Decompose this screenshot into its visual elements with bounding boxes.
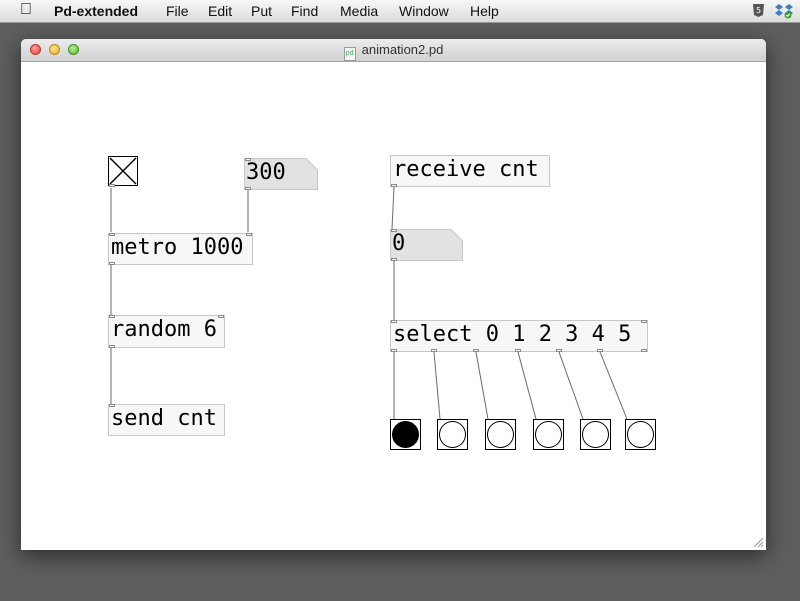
menu-file[interactable]: File (166, 2, 189, 20)
resize-grip-icon[interactable] (753, 537, 764, 548)
pd-document-icon: pd (343, 47, 356, 61)
menu-bar:  Pd-extended File Edit Put Find Media W… (0, 0, 800, 23)
bang-2-circle (487, 421, 514, 448)
metro-object[interactable]: metro 1000 (108, 233, 253, 265)
metro-inlet-right[interactable] (246, 233, 252, 236)
bang-2[interactable] (485, 419, 516, 450)
bang-3-circle (535, 421, 562, 448)
random-inlet-left[interactable] (109, 315, 115, 318)
select-inlet-right[interactable] (641, 320, 647, 323)
wire-select-out5 (599, 351, 628, 420)
send-object-label: send cnt (111, 406, 217, 431)
bang-3[interactable] (533, 419, 564, 450)
window-title-text: animation2.pd (361, 42, 444, 57)
wire-receive-to-number (391, 186, 395, 230)
svg-text:5: 5 (756, 6, 761, 15)
random-inlet-right[interactable] (218, 315, 224, 318)
wire-select-out2 (475, 351, 489, 420)
select-object-label: select 0 1 2 3 4 5 (393, 322, 632, 347)
metro-interval-outlet[interactable] (245, 187, 251, 190)
metro-toggle[interactable] (108, 156, 138, 186)
send-object[interactable]: send cnt (108, 404, 225, 436)
counter-value: 0 (392, 231, 406, 256)
menu-put[interactable]: Put (251, 2, 272, 20)
metro-outlet[interactable] (109, 262, 115, 265)
metro-object-label: metro 1000 (111, 235, 244, 260)
patch-window: pd animation2.pd 300 metro 1000 random 6… (21, 39, 766, 550)
dropbox-icon[interactable] (775, 3, 793, 19)
select-outlet-reject[interactable] (641, 349, 647, 352)
html5-shield-icon[interactable]: 5 (751, 3, 766, 18)
random-object[interactable]: random 6 (108, 315, 225, 348)
bang-0[interactable] (390, 419, 421, 450)
patch-connections (110, 186, 628, 420)
counter-inlet[interactable] (391, 229, 397, 232)
select-inlet-left[interactable] (391, 320, 397, 323)
metro-inlet-left[interactable] (109, 233, 115, 236)
window-title: pd animation2.pd (21, 42, 766, 61)
menu-media[interactable]: Media (340, 2, 378, 20)
wire-select-out4 (558, 351, 584, 420)
bang-4-circle (582, 421, 609, 448)
menu-app-name[interactable]: Pd-extended (54, 2, 138, 20)
select-outlet-0[interactable] (391, 349, 397, 352)
metro-interval-inlet[interactable] (245, 158, 251, 161)
receive-object[interactable]: receive cnt (390, 155, 550, 187)
menu-help[interactable]: Help (470, 2, 499, 20)
send-inlet[interactable] (109, 404, 115, 407)
receive-outlet[interactable] (391, 184, 397, 187)
bang-1-circle (439, 421, 466, 448)
select-outlet-5[interactable] (597, 349, 603, 352)
random-object-label: random 6 (111, 317, 217, 342)
toggle-x-mark (109, 157, 137, 185)
bang-0-circle (392, 421, 419, 448)
menu-window[interactable]: Window (399, 2, 449, 20)
toggle-outlet[interactable] (109, 184, 115, 187)
metro-interval-numberbox[interactable]: 300 (244, 158, 318, 190)
receive-object-label: receive cnt (393, 157, 539, 182)
select-outlet-2[interactable] (473, 349, 479, 352)
wire-select-out1 (433, 351, 441, 420)
select-object[interactable]: select 0 1 2 3 4 5 (390, 320, 648, 352)
counter-outlet[interactable] (391, 258, 397, 261)
menu-edit[interactable]: Edit (208, 2, 232, 20)
window-titlebar[interactable]: pd animation2.pd (21, 39, 766, 62)
apple-icon[interactable]:  (20, 1, 32, 19)
select-outlet-1[interactable] (431, 349, 437, 352)
metro-interval-value: 300 (246, 160, 286, 185)
patch-canvas[interactable]: 300 metro 1000 random 6 send cnt receive… (21, 62, 766, 550)
random-outlet[interactable] (109, 345, 115, 348)
select-outlet-4[interactable] (556, 349, 562, 352)
bang-1[interactable] (437, 419, 468, 450)
bang-5-circle (627, 421, 654, 448)
bang-5[interactable] (625, 419, 656, 450)
select-outlet-3[interactable] (515, 349, 521, 352)
bang-4[interactable] (580, 419, 611, 450)
menu-find[interactable]: Find (291, 2, 318, 20)
counter-numberbox[interactable]: 0 (390, 229, 463, 261)
wire-select-out3 (517, 351, 537, 420)
